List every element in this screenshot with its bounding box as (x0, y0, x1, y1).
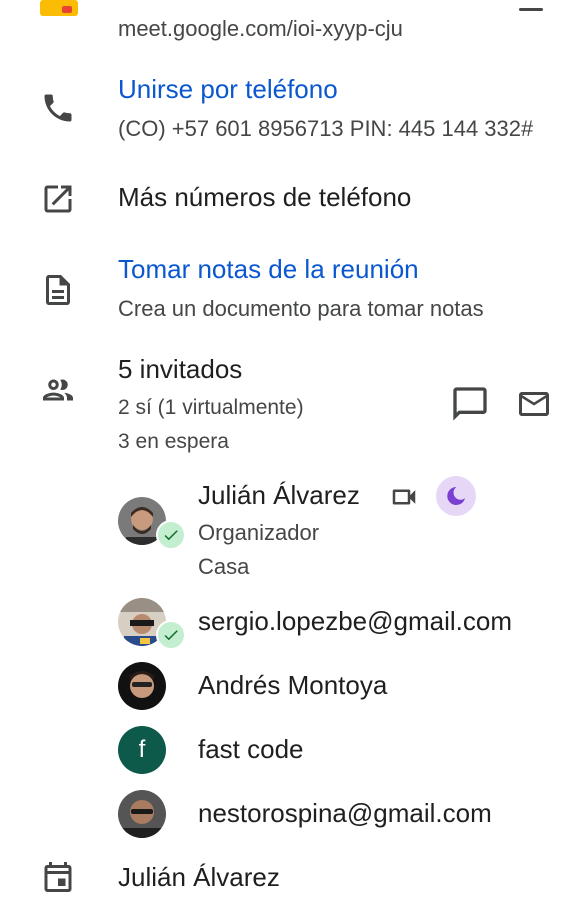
guest-name[interactable]: sergio.lopezbe@gmail.com (198, 606, 512, 637)
guest-yes-summary: 2 sí (1 virtualmente) (118, 396, 304, 419)
guest-name[interactable]: Andrés Montoya (198, 670, 387, 701)
do-not-disturb-moon-icon (436, 476, 476, 516)
chat-icon[interactable] (450, 384, 490, 429)
video-camera-icon (388, 482, 420, 517)
guest-count: 5 invitados (118, 354, 243, 384)
calendar-owner: Julián Álvarez (118, 862, 280, 892)
guest-name[interactable]: fast code (198, 734, 304, 765)
more-phone-numbers-link[interactable]: Más números de teléfono (118, 182, 411, 213)
calendar-icon (40, 858, 76, 901)
avatar[interactable]: f (118, 726, 166, 774)
guest-role: Organizador (198, 520, 320, 545)
phone-icon (40, 90, 76, 131)
meet-link[interactable]: meet.google.com/ioi-xyyp-cju (118, 16, 403, 42)
phone-details: (CO) +57 601 8956713 PIN: 445 144 332# (118, 116, 534, 141)
document-icon (40, 272, 76, 313)
google-meet-icon (40, 0, 78, 18)
open-in-new-icon (40, 181, 76, 222)
guest-name[interactable]: Julián Álvarez (198, 480, 360, 511)
copy-icon[interactable] (516, 0, 546, 14)
accepted-check-icon (156, 520, 186, 550)
people-icon (38, 372, 78, 413)
guest-pending-summary: 3 en espera (118, 430, 229, 453)
notes-subtitle: Crea un documento para tomar notas (118, 296, 484, 321)
avatar[interactable] (118, 790, 166, 838)
guest-name[interactable]: nestorospina@gmail.com (198, 798, 492, 829)
email-icon[interactable] (514, 386, 554, 427)
guest-location: Casa (198, 554, 250, 579)
avatar[interactable] (118, 662, 166, 710)
accepted-check-icon (156, 620, 186, 650)
join-by-phone-link[interactable]: Unirse por teléfono (118, 74, 338, 105)
take-meeting-notes-link[interactable]: Tomar notas de la reunión (118, 254, 419, 285)
